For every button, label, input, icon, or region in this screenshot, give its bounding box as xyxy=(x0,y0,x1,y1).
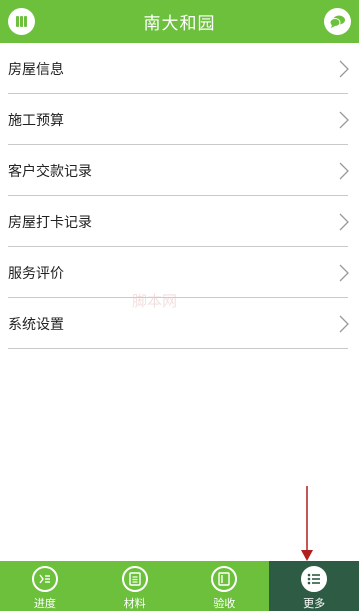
tab-materials[interactable]: 材料 xyxy=(90,561,180,611)
tab-label: 更多 xyxy=(303,597,326,610)
book-icon[interactable] xyxy=(8,8,35,35)
document-icon xyxy=(121,566,148,592)
menu-item-label: 服务评价 xyxy=(8,265,64,282)
header-bar: 南大和园 xyxy=(0,0,359,43)
bottom-tab-bar: 进度 材料 验收 更多 xyxy=(0,561,359,611)
menu-item-construction-budget[interactable]: 施工预算 xyxy=(0,94,359,145)
tab-label: 材料 xyxy=(123,597,146,610)
menu-item-label: 客户交款记录 xyxy=(8,163,92,180)
list-icon xyxy=(301,566,328,592)
menu-item-system-settings[interactable]: 系统设置 xyxy=(0,298,359,349)
page-title: 南大和园 xyxy=(143,14,216,34)
tab-progress[interactable]: 进度 xyxy=(0,561,90,611)
annotation-arrow-icon xyxy=(301,486,313,561)
tab-label: 进度 xyxy=(33,597,56,610)
chat-icon[interactable] xyxy=(324,8,351,35)
tab-more[interactable]: 更多 xyxy=(269,561,359,611)
menu-item-label: 施工预算 xyxy=(8,112,64,129)
menu-item-service-rating[interactable]: 服务评价 xyxy=(0,247,359,298)
tab-label: 验收 xyxy=(213,597,236,610)
chevron-right-icon xyxy=(339,264,349,281)
chevron-right-icon xyxy=(339,111,349,128)
chevron-right-icon xyxy=(339,315,349,332)
menu-item-house-info[interactable]: 房屋信息 xyxy=(0,43,359,94)
menu-item-label: 系统设置 xyxy=(8,316,64,333)
settings-menu: 房屋信息 施工预算 客户交款记录 房屋打卡记录 服务评价 系统设置 xyxy=(0,43,359,349)
menu-item-checkin-records[interactable]: 房屋打卡记录 xyxy=(0,196,359,247)
tab-inspection[interactable]: 验收 xyxy=(180,561,270,611)
menu-item-label: 房屋打卡记录 xyxy=(8,214,92,231)
chevron-right-icon xyxy=(339,213,349,230)
progress-icon xyxy=(31,566,58,592)
chevron-right-icon xyxy=(339,162,349,179)
app-screen: 南大和园 房屋信息 施工预算 客户交款记录 房屋打卡记录 服务评价 系统设置 脚… xyxy=(0,0,359,611)
watermark: 脚本网 xyxy=(132,292,178,310)
menu-item-label: 房屋信息 xyxy=(8,61,64,78)
inspection-icon xyxy=(211,566,238,592)
menu-item-payment-records[interactable]: 客户交款记录 xyxy=(0,145,359,196)
chevron-right-icon xyxy=(339,60,349,77)
